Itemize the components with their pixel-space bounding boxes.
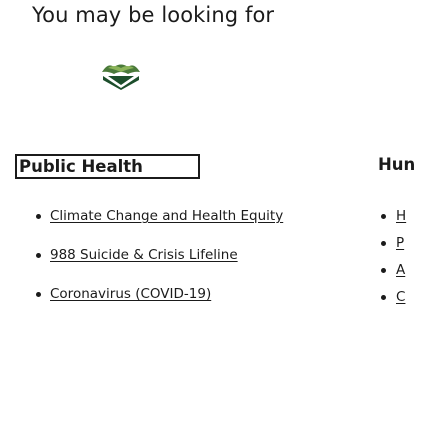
bullet — [381, 214, 386, 219]
bullet — [36, 253, 41, 258]
bullet — [381, 295, 386, 300]
link-climate-change-health-equity[interactable]: Climate Change and Health Equity — [50, 208, 283, 224]
list-item: 988 Suicide & Crisis Lifeline — [15, 245, 335, 266]
list-item: A — [378, 260, 448, 281]
bullet — [36, 214, 41, 219]
link-h[interactable]: H — [396, 208, 406, 224]
page-title: You may be looking for — [32, 3, 275, 27]
link-988-suicide-crisis-lifeline[interactable]: 988 Suicide & Crisis Lifeline — [50, 247, 238, 263]
chevron-down-logo-icon — [102, 64, 140, 90]
link-p[interactable]: P — [396, 235, 404, 251]
list-item: P — [378, 233, 448, 254]
bullet — [381, 241, 386, 246]
category-hun-button[interactable]: Hun — [378, 154, 415, 176]
public-health-link-list: Climate Change and Health Equity 988 Sui… — [15, 206, 335, 323]
list-item: H — [378, 206, 448, 227]
list-item: Climate Change and Health Equity — [15, 206, 335, 227]
second-category-link-list: H P A C — [378, 206, 448, 314]
category-public-health-button[interactable]: Public Health — [15, 154, 200, 179]
page: You may be looking for Public Health Cli… — [0, 0, 448, 448]
list-item: Coronavirus (COVID-19) — [15, 284, 335, 305]
bullet — [381, 268, 386, 273]
link-c[interactable]: C — [396, 289, 405, 305]
link-coronavirus-covid-19[interactable]: Coronavirus (COVID-19) — [50, 286, 211, 302]
bullet — [36, 292, 41, 297]
link-a[interactable]: A — [396, 262, 405, 278]
list-item: C — [378, 287, 448, 308]
